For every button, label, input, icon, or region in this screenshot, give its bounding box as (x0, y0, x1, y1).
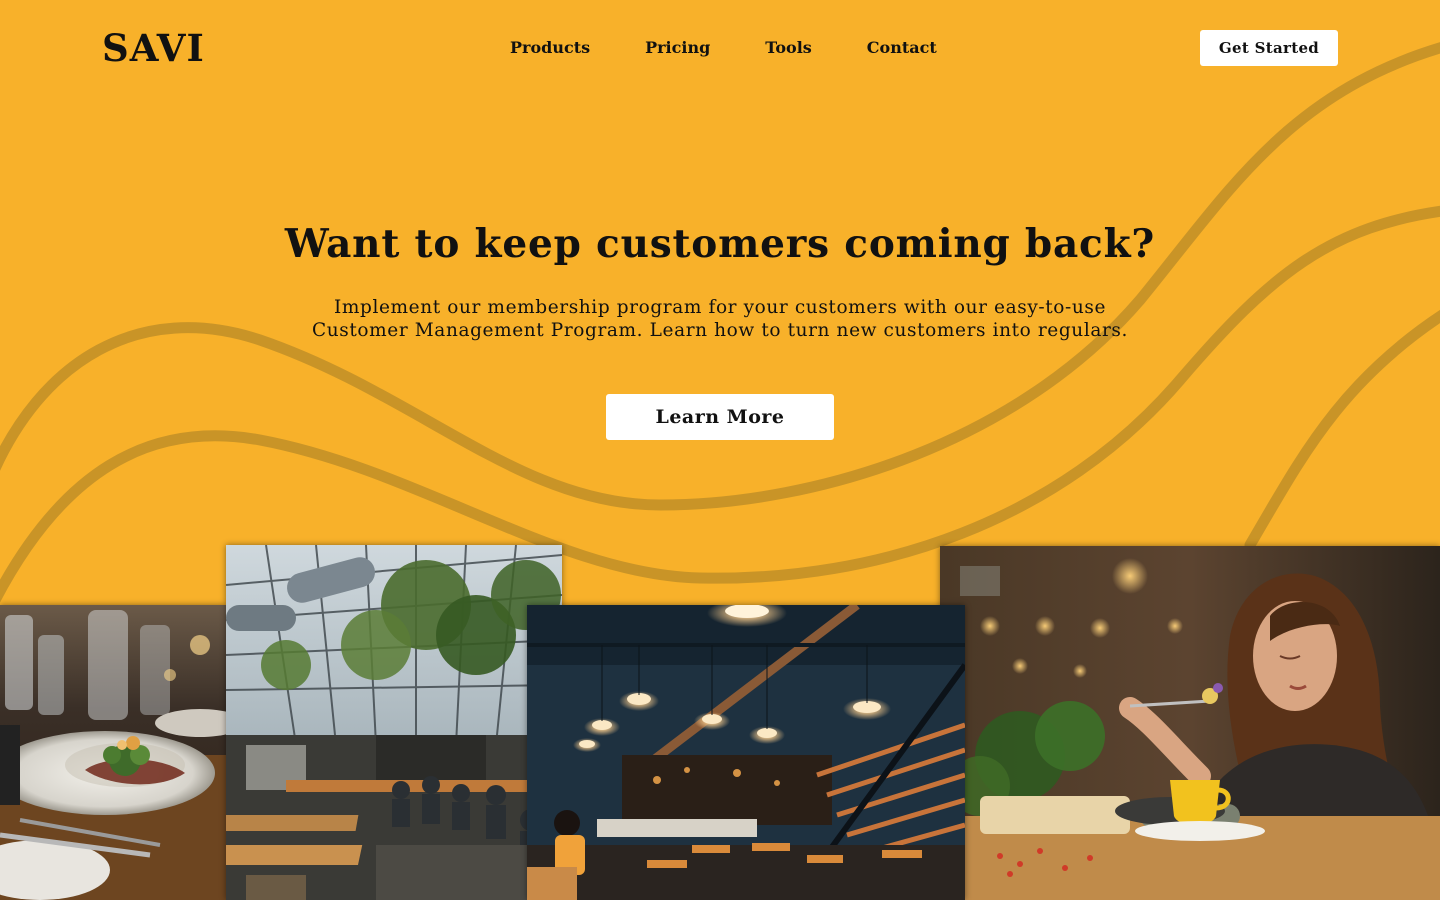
plated-dish-photo (0, 605, 226, 900)
hero-subtext-line-2: Customer Management Program. Learn how t… (312, 320, 1128, 341)
wave-line-3 (1244, 310, 1440, 551)
greenhouse-restaurant-photo (226, 545, 562, 900)
nav-link-products[interactable]: Products (510, 38, 590, 58)
hero-subtext-line-1: Implement our membership program for you… (333, 297, 1107, 318)
learn-more-button[interactable]: Learn More (606, 394, 834, 440)
top-navigation: SAVI Products Pricing Tools Contact Get … (0, 0, 1440, 96)
nav-links: Products Pricing Tools Contact (510, 38, 937, 58)
landing-page: SAVI Products Pricing Tools Contact Get … (0, 0, 1440, 900)
dark-restaurant-interior-photo (527, 605, 965, 900)
brand-logo[interactable]: SAVI (102, 26, 205, 70)
woman-eating-photo (940, 546, 1440, 900)
nav-link-pricing[interactable]: Pricing (645, 38, 710, 58)
hero-headline: Want to keep customers coming back? (284, 221, 1156, 267)
hero-subtext: Implement our membership program for you… (270, 296, 1170, 342)
nav-link-contact[interactable]: Contact (867, 38, 937, 58)
get-started-button[interactable]: Get Started (1200, 30, 1338, 66)
nav-link-tools[interactable]: Tools (765, 38, 812, 58)
